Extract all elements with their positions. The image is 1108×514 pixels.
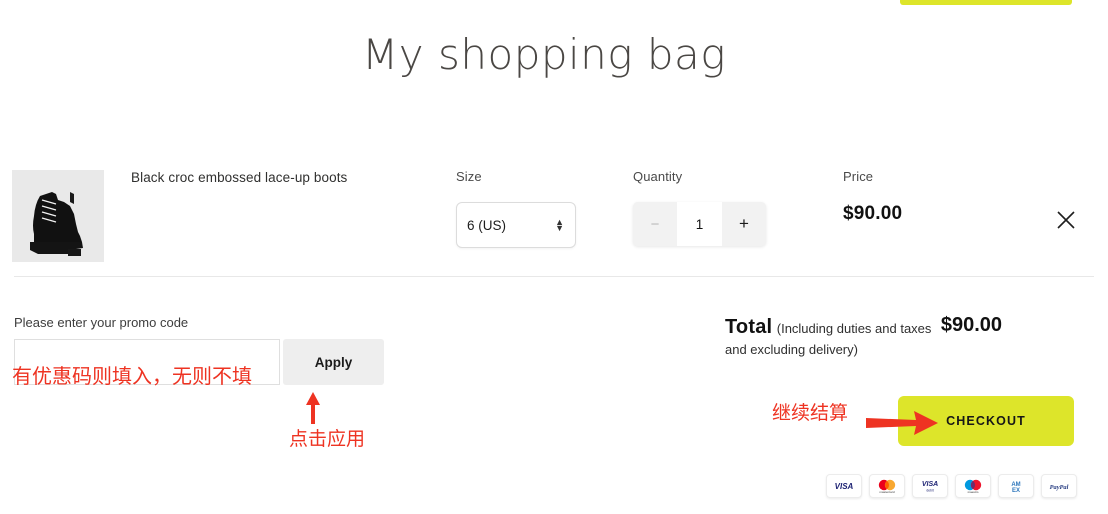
chevron-updown-icon: ▲ ▼: [555, 217, 564, 233]
annotation-arrow-up-icon: [306, 392, 320, 424]
shopping-bag-page: My shopping bag Black croc embossed lace…: [0, 0, 1108, 514]
size-select[interactable]: 6 (US) ▲ ▼: [456, 202, 576, 248]
remove-item-button[interactable]: [1054, 208, 1078, 232]
svg-text:debit: debit: [926, 489, 933, 493]
visa-logo: VISA: [835, 482, 854, 491]
maestro-logo: maestro: [964, 479, 982, 494]
total-note-line2: and excluding delivery): [725, 342, 858, 357]
visa-debit-icon: VISA debit: [912, 474, 948, 498]
svg-text:EX: EX: [1012, 488, 1020, 494]
promo-code-label: Please enter your promo code: [14, 315, 189, 330]
page-title: My shopping bag: [362, 30, 726, 79]
price-column: Price $90.00: [843, 169, 902, 225]
maestro-icon: maestro: [955, 474, 991, 498]
boot-image: [12, 170, 104, 262]
mastercard-icon: mastercard: [869, 474, 905, 498]
amex-icon: AM EX: [998, 474, 1034, 498]
size-label: Size: [456, 169, 482, 184]
product-price: $90.00: [843, 203, 903, 224]
quantity-column: Quantity − 1 +: [633, 169, 766, 246]
svg-text:maestro: maestro: [968, 490, 979, 494]
payment-methods: VISA mastercard VISA debit maestro AM EX…: [826, 474, 1077, 498]
annotation-promo-note: 有优惠码则填入，无则不填: [12, 364, 252, 388]
visa-icon: VISA: [826, 474, 862, 498]
mastercard-logo: mastercard: [878, 479, 896, 494]
quantity-value[interactable]: 1: [677, 202, 722, 246]
annotation-apply-note: 点击应用: [289, 428, 366, 450]
total-amount: $90.00: [940, 314, 1002, 336]
product-thumbnail[interactable]: [12, 170, 104, 262]
product-name[interactable]: Black croc embossed lace-up boots: [131, 170, 347, 185]
svg-text:mastercard: mastercard: [879, 490, 894, 494]
cart-item-row: Black croc embossed lace-up boots Size 6…: [0, 160, 1108, 270]
size-selected-value: 6 (US): [467, 217, 507, 233]
visa-debit-logo: VISA debit: [922, 481, 938, 493]
svg-text:VISA: VISA: [922, 481, 938, 488]
size-column: Size 6 (US) ▲ ▼: [456, 169, 576, 248]
amex-logo: AM EX: [1011, 482, 1020, 494]
section-divider: [14, 276, 1094, 277]
quantity-decrement-button[interactable]: −: [633, 202, 677, 246]
total-note-line1: (Including duties and taxes: [776, 321, 932, 336]
paypal-logo: PayPal: [1050, 484, 1069, 491]
annotation-arrow-right-icon: [866, 411, 938, 435]
quantity-label: Quantity: [633, 169, 683, 184]
svg-text:VISA: VISA: [835, 482, 854, 491]
annotation-checkout-note: 继续结算: [772, 402, 849, 424]
paypal-icon: PayPal: [1041, 474, 1077, 498]
quantity-stepper[interactable]: − 1 +: [633, 202, 766, 246]
svg-text:PayPal: PayPal: [1050, 484, 1069, 491]
quantity-increment-button[interactable]: +: [722, 202, 766, 246]
close-icon: [1057, 211, 1075, 229]
total-label: Total: [725, 316, 773, 338]
price-label: Price: [843, 169, 874, 184]
apply-promo-button[interactable]: Apply: [283, 339, 384, 385]
top-notification-bar: [900, 0, 1072, 5]
